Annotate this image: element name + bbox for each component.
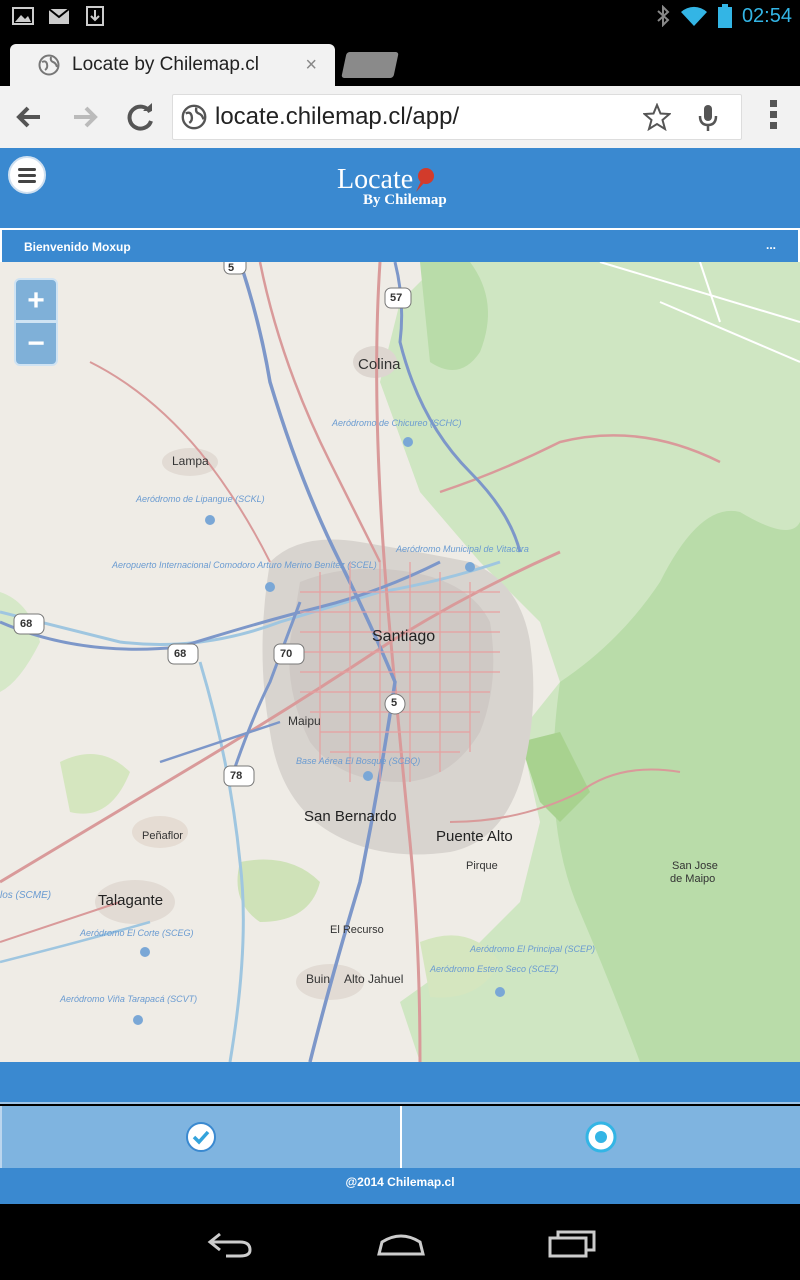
globe-icon <box>181 104 207 130</box>
zoom-control: + − <box>14 278 58 366</box>
url-text: locate.chilemap.cl/app/ <box>215 103 460 130</box>
airport-vina-tarapaca: Aeródromo Viña Tarapacá (SCVT) <box>60 994 198 1004</box>
route-label-68a: 68 <box>20 618 33 630</box>
map-canvas[interactable] <box>0 262 800 1062</box>
airport-vitacura: Aeródromo Municipal de Vitacura <box>396 544 529 554</box>
download-icon <box>86 6 104 26</box>
route-label-5b: 5 <box>391 697 398 709</box>
route-label-70: 70 <box>280 648 293 660</box>
place-puente-alto: Puente Alto <box>436 828 513 845</box>
action-buttons <box>0 1106 800 1168</box>
zoom-out-button[interactable]: − <box>14 322 58 366</box>
place-colina: Colina <box>358 356 401 373</box>
mic-icon[interactable] <box>697 103 719 133</box>
place-scme: los (SCME) <box>0 890 52 901</box>
url-bar[interactable]: locate.chilemap.cl/app/ <box>172 94 742 140</box>
globe-icon <box>38 54 60 76</box>
place-san-jose: San Jose <box>672 860 718 872</box>
airport-chicureo: Aeródromo de Chicureo (SCHC) <box>332 418 462 428</box>
route-label-57: 57 <box>390 292 403 304</box>
map-view[interactable]: 5 57 68 68 70 5 78 Colina Lampa Santiago… <box>0 262 800 1062</box>
route-label-78: 78 <box>230 770 243 782</box>
place-el-recurso: El Recurso <box>330 924 384 936</box>
place-san-bernardo: San Bernardo <box>304 808 397 825</box>
wifi-icon <box>680 6 707 27</box>
place-talagante: Talagante <box>98 892 164 909</box>
browser-tab[interactable]: Locate by Chilemap.cl × <box>10 44 335 86</box>
battery-icon <box>717 4 732 28</box>
tab-title: Locate by Chilemap.cl <box>72 54 259 75</box>
bookmark-star-icon[interactable] <box>643 103 671 131</box>
radio-target-icon <box>585 1121 617 1153</box>
place-buin: Buin <box>306 972 331 986</box>
copyright-footer: @2014 Chilemap.cl <box>0 1168 800 1204</box>
route-label-5a: 5 <box>228 262 235 274</box>
welcome-menu[interactable]: ... <box>766 238 776 252</box>
place-alto-jahuel: Alto Jahuel <box>344 972 404 986</box>
airport-estero-seco: Aeródromo Estero Seco (SCEZ) <box>430 964 559 974</box>
recents-nav-icon[interactable] <box>548 1228 598 1258</box>
close-tab-icon[interactable]: × <box>305 54 317 77</box>
home-nav-icon[interactable] <box>376 1228 426 1258</box>
logo-subtitle: By Chilemap <box>363 192 447 208</box>
airport-el-principal: Aeródromo El Principal (SCEP) <box>470 944 596 954</box>
place-santiago: Santiago <box>372 628 436 645</box>
bluetooth-icon <box>657 5 670 27</box>
airport-el-corte: Aeródromo El Corte (SCEG) <box>80 928 194 938</box>
forward-icon[interactable] <box>68 100 102 134</box>
back-icon[interactable] <box>12 100 46 134</box>
locate-button[interactable] <box>400 1106 800 1168</box>
place-lampa: Lampa <box>172 454 209 468</box>
airport-el-bosque: Base Aérea El Bosque (SCBQ) <box>296 756 421 766</box>
clock: 02:54 <box>741 4 792 27</box>
place-maipu: Maipu <box>288 714 321 728</box>
airport-lipangue: Aeródromo de Lipangue (SCKL) <box>136 494 265 504</box>
check-icon <box>186 1122 216 1152</box>
new-tab-button[interactable] <box>341 52 399 78</box>
menu-button[interactable] <box>8 156 46 194</box>
map-pin-icon <box>416 168 435 192</box>
confirm-button[interactable] <box>0 1106 400 1168</box>
browser-tab-bar: Locate by Chilemap.cl × <box>0 34 800 86</box>
android-nav-bar <box>0 1204 800 1280</box>
status-bar: 02:54 <box>0 0 800 34</box>
welcome-bar: Bienvenido Moxup ... <box>0 228 800 262</box>
overflow-menu-icon[interactable] <box>770 100 778 133</box>
place-penaflor: Peñaflor <box>142 830 183 842</box>
back-nav-icon[interactable] <box>206 1228 254 1258</box>
browser-toolbar: locate.chilemap.cl/app/ <box>0 86 800 148</box>
place-de-maipo: de Maipo <box>670 873 716 885</box>
route-label-68b: 68 <box>174 648 187 660</box>
airport-merino-benitez: Aeropuerto Internacional Comodoro Arturo… <box>112 560 377 570</box>
zoom-in-button[interactable]: + <box>14 278 58 322</box>
image-icon <box>12 7 34 25</box>
app-logo: Locate By Chilemap <box>337 164 447 209</box>
welcome-text: Bienvenido Moxup <box>24 240 131 254</box>
app-header: Locate By Chilemap <box>0 148 800 228</box>
reload-icon[interactable] <box>124 100 158 134</box>
gmail-icon <box>48 8 70 24</box>
footer-band <box>0 1062 800 1104</box>
place-pirque: Pirque <box>466 860 498 872</box>
